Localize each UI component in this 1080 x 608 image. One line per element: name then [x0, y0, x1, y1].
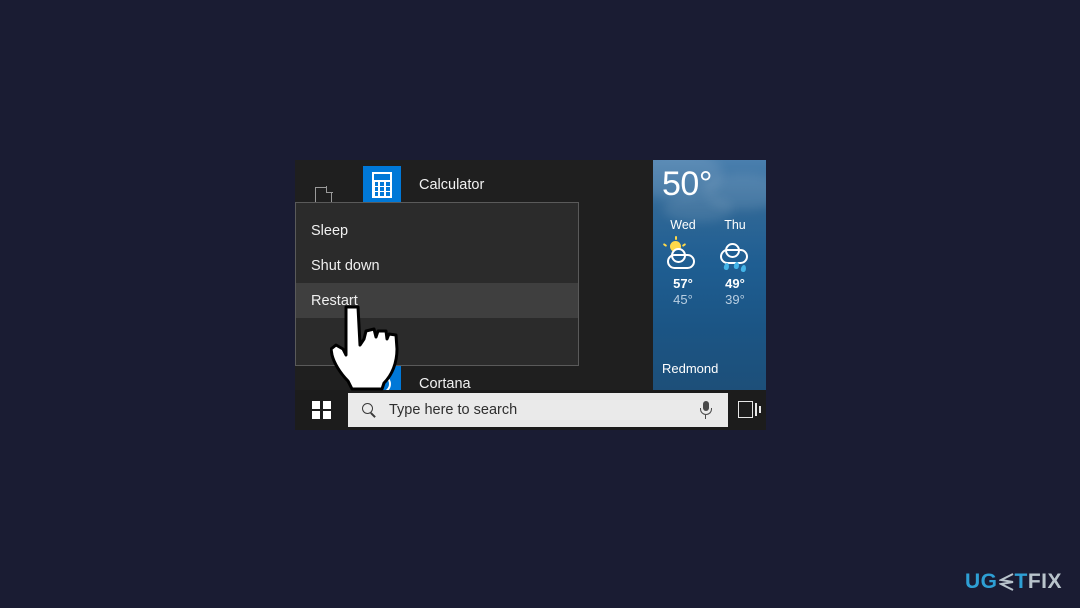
weather-day-label: Thu	[724, 218, 746, 232]
watermark-part-b: T	[1014, 570, 1028, 593]
watermark-part-a: UG	[965, 570, 998, 593]
menu-item-shut-down[interactable]: Shut down	[296, 248, 578, 283]
menu-item-label: Sleep	[311, 222, 349, 239]
cortana-ring-icon	[363, 365, 401, 390]
menu-item-restart[interactable]: Restart	[296, 283, 578, 318]
rain-cloud-icon	[713, 238, 757, 273]
search-input[interactable]: Type here to search	[348, 393, 728, 427]
weather-high-temp: 49°	[725, 276, 745, 291]
watermark-stylized-e-icon	[997, 573, 1014, 591]
sun-cloud-rain-icon	[765, 238, 766, 272]
weather-forecast-day: Wed 57° 45°	[661, 218, 705, 307]
search-icon	[362, 402, 377, 418]
microphone-icon[interactable]	[699, 401, 712, 419]
weather-low-temp: 39°	[725, 292, 745, 307]
weather-forecast-day: Thu 49° 39°	[713, 218, 757, 307]
weather-day-label: Fri	[765, 218, 766, 232]
weather-high-temp: 48°	[765, 276, 766, 291]
power-context-menu: Sleep Shut down Restart	[295, 202, 579, 366]
taskbar: Type here to search	[295, 390, 766, 430]
weather-city-label: Redmond	[662, 361, 719, 376]
weather-low-temp: 36°	[765, 292, 766, 307]
tile-cortana[interactable]: Cortana	[363, 365, 471, 390]
tile-calculator[interactable]: Calculator	[363, 166, 484, 204]
windows-logo-icon	[312, 401, 331, 419]
weather-low-temp: 45°	[673, 292, 693, 307]
tile-label-cortana: Cortana	[419, 376, 471, 390]
watermark-part-c: FIX	[1027, 570, 1062, 593]
menu-item-label: Shut down	[311, 257, 380, 274]
start-menu-panel: Calculator Connect Cortana	[295, 160, 766, 390]
start-button[interactable]	[307, 395, 337, 425]
start-menu-composite: Calculator Connect Cortana	[295, 160, 766, 430]
weather-current-temp: 50°	[662, 165, 712, 203]
desktop-wallpaper: Calculator Connect Cortana	[0, 0, 1080, 608]
weather-day-label: Wed	[670, 218, 696, 232]
watermark-ugetfix: UG T FIX	[965, 570, 1062, 594]
weather-forecast-day: Fri 48° 36°	[765, 218, 766, 307]
weather-high-temp: 57°	[673, 276, 693, 291]
search-placeholder: Type here to search	[389, 402, 518, 418]
calculator-icon	[363, 166, 401, 204]
task-view-icon[interactable]	[738, 398, 762, 422]
menu-item-label: Restart	[311, 292, 358, 309]
sun-cloud-icon	[661, 236, 705, 272]
menu-item-sleep[interactable]: Sleep	[296, 213, 578, 248]
tile-label-calculator: Calculator	[419, 177, 485, 193]
weather-live-tile[interactable]: 50° Wed 57° 45° Thu 49° 39° Redmond	[653, 160, 766, 390]
weather-forecast-row: Wed 57° 45° Thu 49° 39°	[653, 218, 766, 307]
